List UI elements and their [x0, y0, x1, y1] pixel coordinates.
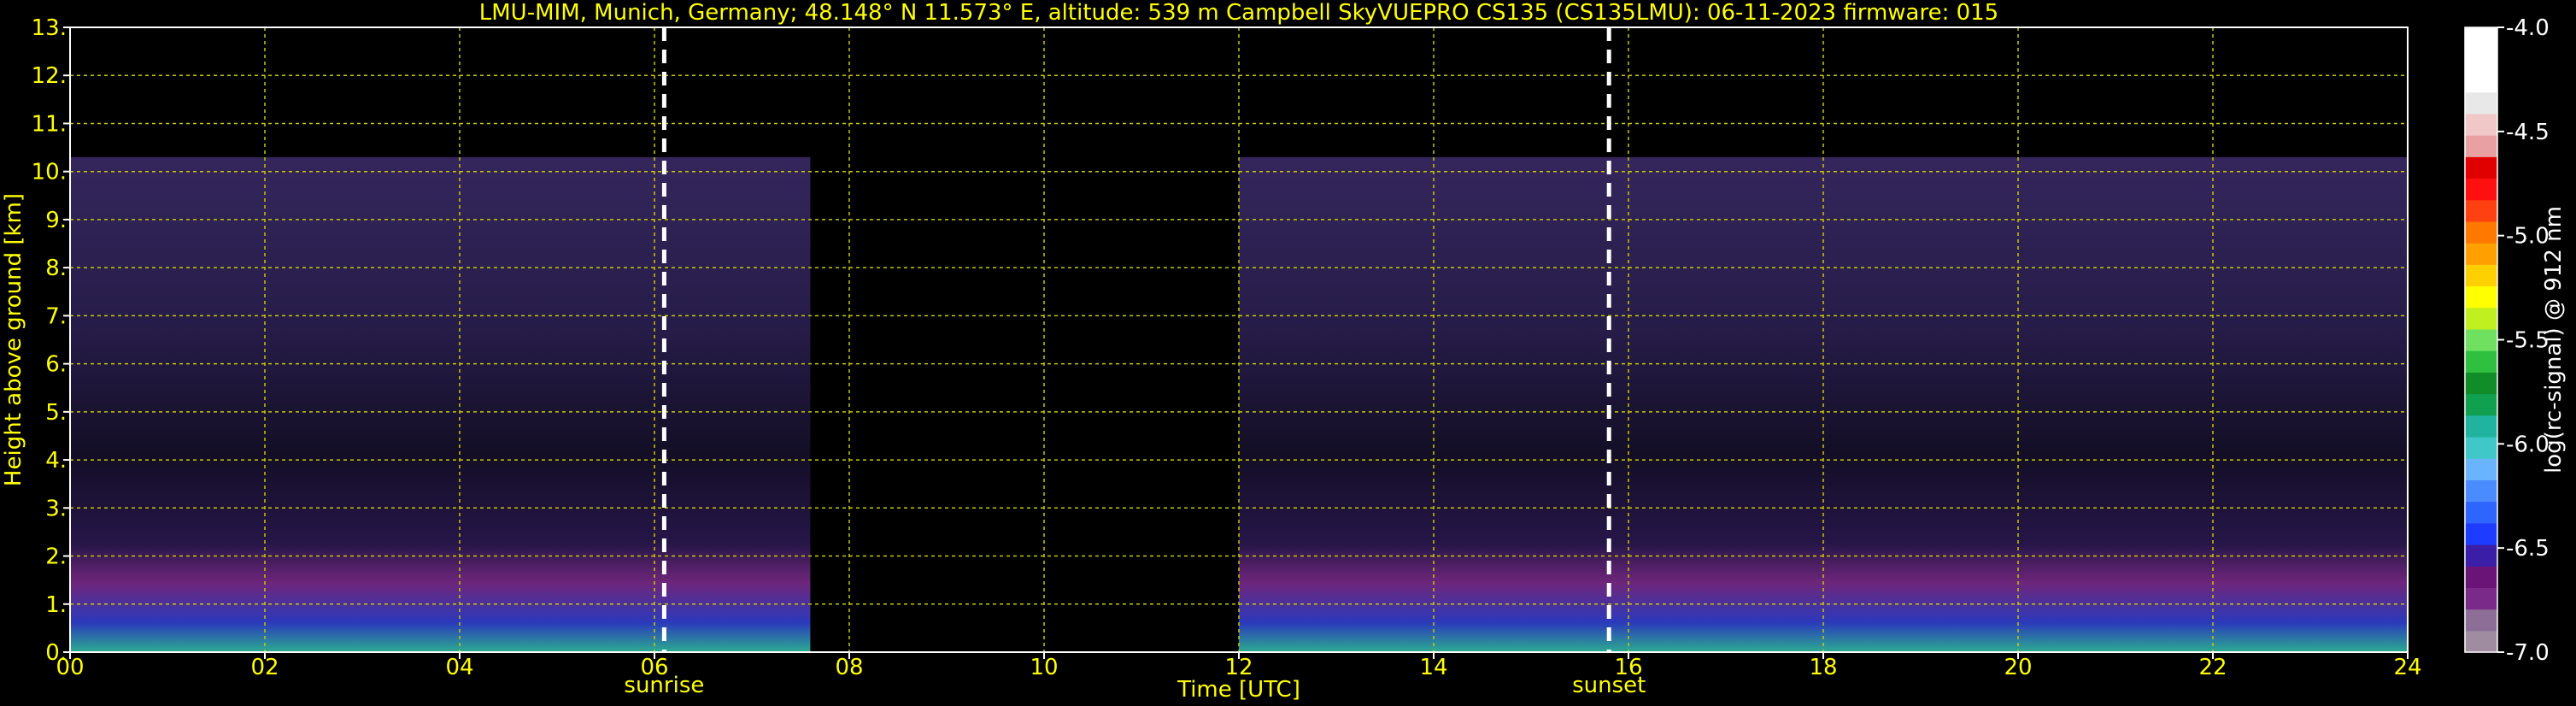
y-tick-label: 2. — [45, 544, 67, 570]
colorbar-swatch — [2465, 630, 2497, 653]
x-tick-label: 14 — [1419, 655, 1447, 680]
y-axis-label: Height above ground [km] — [1, 193, 26, 486]
colorbar-swatch — [2465, 587, 2497, 610]
colorbar-swatch — [2465, 544, 2497, 567]
colorbar-tick-label: -6.5 — [2506, 536, 2550, 562]
colorbar-swatch — [2465, 27, 2497, 50]
colorbar-swatch — [2465, 113, 2497, 136]
y-tick-label: 10. — [32, 160, 67, 185]
x-axis-label: Time [UTC] — [1177, 677, 1300, 703]
colorbar-swatch — [2465, 285, 2497, 309]
y-tick-label: 9. — [45, 208, 67, 233]
colorbar-swatch — [2465, 350, 2497, 373]
colorbar-tick-label: -7.0 — [2506, 640, 2550, 666]
colorbar-swatch — [2465, 156, 2497, 179]
data-block — [70, 156, 811, 653]
colorbar-swatch — [2465, 49, 2497, 72]
y-tick-label: 6. — [45, 352, 67, 378]
colorbar-swatch — [2465, 566, 2497, 588]
colorbar-swatch — [2465, 199, 2497, 222]
colorbar-swatch — [2465, 307, 2497, 330]
colorbar-tick-label: -4.5 — [2506, 120, 2550, 145]
x-tick-label: 18 — [1809, 655, 1837, 680]
colorbar-swatch — [2465, 501, 2497, 524]
colorbar-swatch — [2465, 458, 2497, 480]
colorbar-swatch — [2465, 135, 2497, 157]
x-tick-label: 10 — [1030, 655, 1058, 680]
colorbar-swatch — [2465, 609, 2497, 632]
y-tick-label: 5. — [45, 400, 67, 426]
colorbar-swatch — [2465, 372, 2497, 395]
y-tick-label: 13. — [32, 15, 67, 41]
colorbar-tick-label: -4.0 — [2506, 15, 2550, 41]
x-tick-label: 22 — [2198, 655, 2227, 680]
colorbar-label: log(rc-signal) @ 912 nm — [2541, 206, 2567, 474]
colorbar-swatch — [2465, 415, 2497, 438]
colorbar-swatch — [2465, 178, 2497, 201]
x-tick-label: 02 — [250, 655, 279, 680]
x-tick-label: 04 — [445, 655, 473, 680]
ceilometer-chart: LMU-MIM, Munich, Germany; 48.148° N 11.5… — [0, 0, 2576, 706]
y-tick-label: 4. — [45, 448, 67, 474]
x-tick-label: 16 — [1614, 655, 1642, 680]
x-tick-label: 06 — [640, 655, 668, 680]
colorbar-swatch — [2465, 328, 2497, 351]
y-tick-label: 3. — [45, 496, 67, 521]
colorbar-swatch — [2465, 70, 2497, 93]
chart-title: LMU-MIM, Munich, Germany; 48.148° N 11.5… — [479, 0, 1998, 26]
x-tick-label: 24 — [2393, 655, 2421, 680]
y-tick-label: 11. — [32, 111, 67, 137]
y-tick-label: 8. — [45, 256, 67, 281]
y-tick-label: 12. — [32, 63, 67, 89]
colorbar-swatch — [2465, 91, 2497, 115]
colorbar-swatch — [2465, 264, 2497, 287]
y-tick-label: 0. — [45, 640, 67, 666]
colorbar-swatch — [2465, 522, 2497, 545]
colorbar-swatch — [2465, 393, 2497, 416]
colorbar-swatch — [2465, 221, 2497, 244]
x-tick-label: 20 — [2004, 655, 2032, 680]
colorbar-swatch — [2465, 243, 2497, 265]
y-tick-label: 1. — [45, 592, 67, 618]
y-tick-label: 7. — [45, 303, 67, 329]
colorbar-swatch — [2465, 436, 2497, 459]
colorbar-swatch — [2465, 479, 2497, 503]
x-tick-label: 08 — [835, 655, 863, 680]
